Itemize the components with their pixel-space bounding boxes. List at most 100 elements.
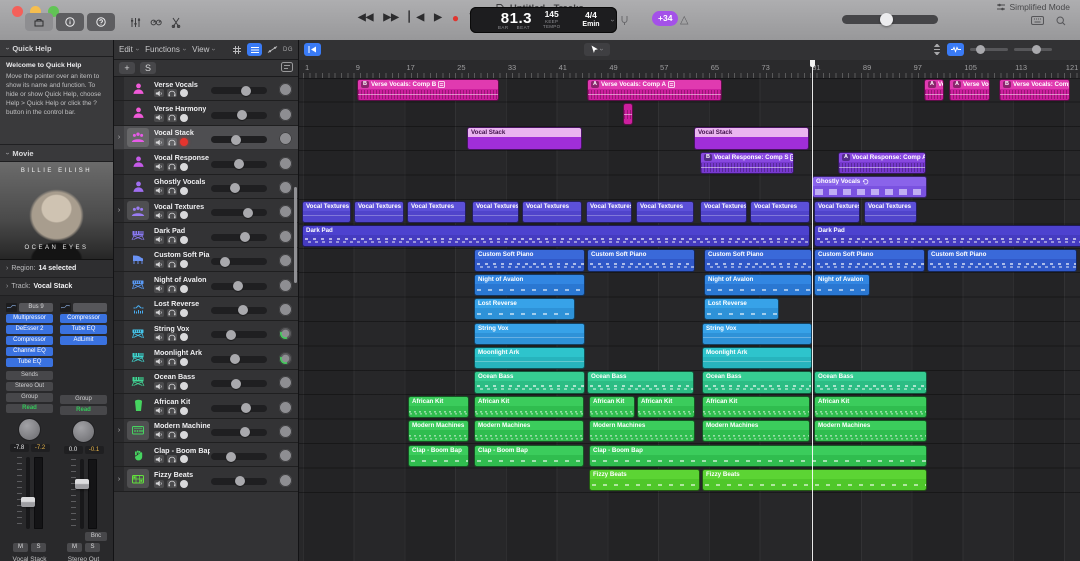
track-list-scrollbar[interactable] — [294, 187, 297, 283]
track-header[interactable]: › Vocal Stack — [114, 125, 298, 151]
fader-knob[interactable] — [74, 478, 89, 489]
mute-icon[interactable] — [154, 430, 164, 439]
quick-help-button[interactable] — [87, 13, 115, 31]
track-name[interactable]: Custom Soft Piano — [154, 250, 210, 259]
mute-icon[interactable] — [154, 211, 164, 220]
headphones-icon[interactable] — [167, 260, 177, 269]
headphones-icon[interactable] — [167, 162, 177, 171]
add-track-button[interactable]: + — [119, 62, 135, 74]
region[interactable]: Vocal Textures — [814, 200, 860, 223]
track-header[interactable]: Lost Reverse — [114, 296, 298, 321]
lcd-tempo[interactable]: 145 KEEP TEMPO — [532, 10, 571, 29]
pan-knob[interactable] — [279, 376, 292, 390]
volume-knob[interactable] — [220, 256, 230, 267]
headphones-icon[interactable] — [167, 211, 177, 220]
headphones-icon[interactable] — [167, 308, 177, 317]
go-to-beginning-button[interactable]: ▏◀ — [409, 12, 424, 23]
region[interactable]: Vocal Textures — [864, 200, 917, 223]
volume-knob[interactable] — [239, 232, 250, 243]
pan-knob[interactable] — [18, 418, 41, 441]
volume-knob[interactable] — [229, 183, 240, 194]
mute-icon[interactable] — [154, 308, 164, 317]
pan-knob[interactable] — [279, 83, 292, 97]
track-name[interactable]: Vocal Textures — [154, 202, 204, 211]
region[interactable]: Fizzy Beats — [589, 468, 700, 492]
mute-icon[interactable] — [154, 357, 164, 366]
volume-slider[interactable] — [211, 281, 267, 292]
region[interactable]: Custom Soft Piano — [587, 249, 695, 272]
track-header[interactable]: › Fizzy Beats — [114, 467, 298, 492]
volume-slider[interactable] — [211, 85, 267, 96]
record-enable-icon[interactable] — [180, 260, 188, 269]
pan-knob[interactable] — [279, 107, 292, 121]
pan-knob[interactable] — [279, 229, 292, 243]
headphones-icon[interactable] — [167, 284, 177, 293]
gain-value[interactable]: 0.0 — [63, 446, 83, 454]
volume-slider[interactable] — [211, 183, 267, 194]
volume-knob[interactable] — [234, 159, 244, 170]
record-enable-icon[interactable] — [180, 455, 188, 464]
search-icon[interactable] — [1056, 16, 1066, 26]
track-name[interactable]: Vocal Stack — [154, 128, 194, 137]
record-enable-icon[interactable] — [180, 333, 188, 342]
track-header[interactable]: String Vox — [114, 321, 298, 346]
pan-knob[interactable] — [279, 302, 292, 316]
track-header[interactable]: Clap - Boom Bap — [114, 443, 298, 468]
region[interactable]: Lost Reverse — [474, 298, 575, 321]
mute-icon[interactable] — [154, 162, 164, 171]
mute-button[interactable]: M — [13, 543, 28, 552]
waveform-zoom-button[interactable] — [947, 43, 964, 56]
track-header-options-icon[interactable] — [281, 59, 293, 77]
track-name[interactable]: Dark Pad — [154, 226, 185, 235]
volume-knob[interactable] — [237, 110, 248, 121]
plugin-slot[interactable]: Multipressor — [6, 314, 53, 323]
mute-icon[interactable] — [154, 406, 164, 415]
lcd-chevron-icon[interactable]: › — [608, 19, 615, 21]
track-header[interactable]: Dark Pad — [114, 223, 298, 248]
region[interactable]: AVerse Vocals: Comp A — [924, 78, 944, 101]
track-name[interactable]: Moonlight Ark — [154, 348, 202, 357]
automation-mode-button[interactable]: Read — [6, 404, 53, 413]
record-enable-icon[interactable] — [180, 235, 188, 244]
record-button[interactable]: ● — [452, 12, 459, 24]
pan-knob[interactable] — [279, 180, 292, 194]
region[interactable]: Ghostly Vocals — [812, 176, 927, 199]
inspector-button[interactable] — [56, 13, 84, 31]
region[interactable]: AVerse Vocals: Comp A — [949, 78, 990, 101]
record-enable-icon[interactable] — [180, 186, 188, 195]
disclosure-arrow-icon[interactable]: › — [114, 467, 124, 491]
volume-slider[interactable] — [211, 256, 267, 267]
volume-knob[interactable] — [231, 378, 242, 389]
region[interactable]: B Vocal Response: Comp S — [700, 151, 794, 175]
track-name[interactable]: Modern Machines — [154, 421, 210, 430]
mute-icon[interactable] — [154, 284, 164, 293]
volume-knob[interactable] — [235, 476, 246, 487]
pan-knob[interactable] — [279, 278, 292, 292]
track-header[interactable]: Vocal Response — [114, 150, 298, 175]
track-inspector-row[interactable]: › Track: Vocal Stack — [0, 278, 113, 296]
master-volume-slider[interactable] — [842, 13, 938, 26]
mute-icon[interactable] — [154, 260, 164, 269]
sends-label[interactable]: Sends — [6, 371, 53, 380]
solo-button[interactable]: S — [85, 543, 100, 552]
fast-forward-button[interactable]: ▶▶ — [383, 12, 398, 23]
musical-typing-icon[interactable] — [1031, 16, 1044, 25]
region[interactable]: African Kit — [702, 395, 810, 419]
track-header[interactable]: › Vocal Textures — [114, 199, 298, 224]
track-header[interactable]: Verse Harmony — [114, 101, 298, 126]
region[interactable]: Modern Machines — [474, 420, 584, 443]
smart-controls-icon[interactable] — [150, 17, 162, 28]
track-name[interactable]: Verse Vocals — [154, 80, 198, 89]
volume-slider[interactable] — [211, 110, 267, 121]
catch-playhead-button[interactable] — [304, 43, 321, 56]
track-name[interactable]: Lost Reverse — [154, 299, 199, 308]
record-enable-icon[interactable] — [180, 382, 188, 391]
pan-knob[interactable] — [279, 473, 292, 487]
record-enable-icon[interactable] — [180, 89, 188, 98]
volume-slider[interactable] — [211, 427, 267, 438]
horizontal-zoom-knob[interactable] — [1032, 45, 1041, 54]
disclosure-arrow-icon[interactable]: › — [114, 125, 124, 150]
track-header[interactable]: Night of Avalon — [114, 272, 298, 297]
record-enable-icon[interactable] — [180, 430, 188, 439]
region[interactable]: Vocal Stack — [467, 127, 582, 150]
